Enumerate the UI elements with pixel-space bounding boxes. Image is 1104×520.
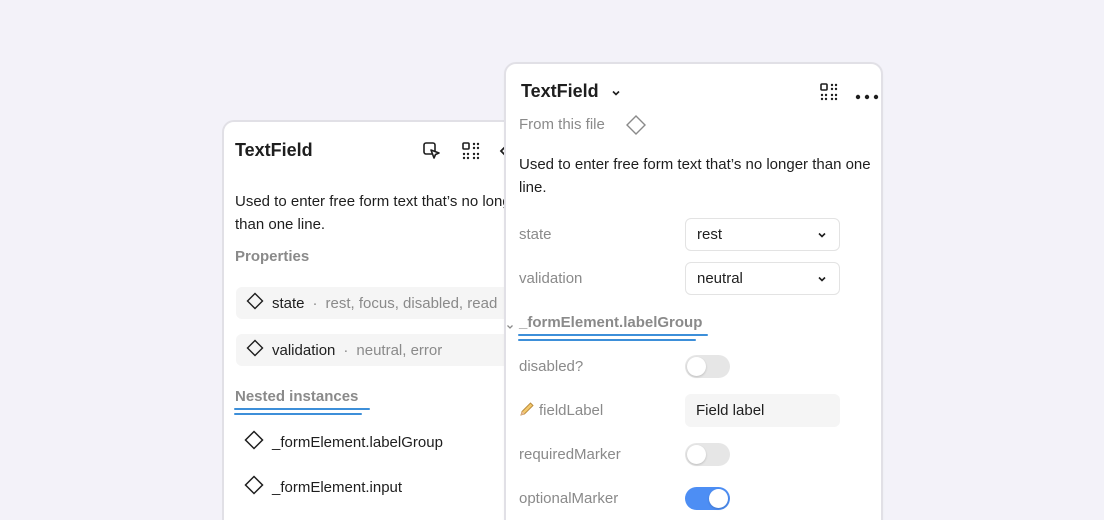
annotation-underline (518, 339, 696, 341)
more-icon[interactable] (855, 88, 879, 106)
annotation-underline (234, 408, 370, 410)
nested-instances-label: Nested instances (235, 388, 359, 405)
nested-instance-label-group[interactable]: _formElement.labelGroup (244, 430, 443, 454)
properties-label: Properties (235, 248, 310, 265)
field-label-value: Field label (696, 402, 765, 419)
pencil-icon (519, 401, 535, 422)
instance-diamond-icon (244, 430, 264, 454)
right-inspect-panel: TextField From this file Used to enter f… (504, 62, 883, 520)
required-marker-toggle[interactable] (685, 443, 730, 466)
nested-instance-header[interactable]: _formElement.labelGroup (519, 314, 702, 331)
left-inspect-panel: TextField Used to enter free form text t… (222, 120, 522, 520)
left-panel-description: Used to enter free form text that’s no l… (235, 193, 522, 233)
component-grid-icon[interactable] (818, 81, 840, 108)
field-label-label: fieldLabel (539, 402, 604, 419)
toggle-knob (709, 489, 728, 508)
optional-marker-label: optionalMarker (519, 490, 619, 507)
validation-select[interactable]: neutral (685, 262, 840, 295)
property-separator: · (312, 294, 318, 312)
component-source: From this file (519, 116, 605, 133)
required-marker-label: requiredMarker (519, 446, 621, 463)
right-panel-description: Used to enter free form text that’s no l… (519, 156, 871, 196)
nested-instance-name: _formElement.labelGroup (272, 433, 443, 451)
validation-select-value: neutral (697, 270, 743, 287)
chevron-down-icon[interactable] (506, 318, 514, 336)
property-values: neutral, error (356, 341, 443, 359)
property-name: validation (272, 341, 336, 359)
chevron-down-icon[interactable] (610, 86, 622, 104)
property-row-state[interactable]: state · rest, focus, disabled, read (236, 287, 520, 319)
component-grid-icon[interactable] (460, 140, 482, 167)
property-values: rest, focus, disabled, read (325, 294, 498, 312)
property-separator: · (343, 341, 349, 359)
canvas-background: TextField Used to enter free form text t… (0, 0, 1104, 520)
validation-label: validation (519, 270, 583, 287)
optional-marker-toggle[interactable] (685, 487, 730, 510)
toggle-knob (687, 445, 706, 464)
chevron-down-icon (816, 272, 828, 289)
state-label: state (519, 226, 552, 243)
state-select-value: rest (697, 226, 723, 243)
disabled-toggle[interactable] (685, 355, 730, 378)
state-select[interactable]: rest (685, 218, 840, 251)
chevron-down-icon (816, 228, 828, 245)
annotation-underline (234, 413, 362, 415)
property-row-validation[interactable]: validation · neutral, error (236, 334, 520, 366)
field-label-input[interactable]: Field label (685, 394, 840, 427)
instance-diamond-icon (244, 475, 264, 499)
variant-diamond-icon (246, 339, 264, 361)
left-panel-title: TextField (235, 140, 313, 160)
annotation-underline (518, 334, 708, 336)
right-panel-title[interactable]: TextField (521, 81, 599, 102)
nested-instance-name: _formElement.input (272, 478, 403, 496)
toggle-knob (687, 357, 706, 376)
component-diamond-icon (625, 114, 647, 141)
property-name: state (272, 294, 305, 312)
variant-diamond-icon (246, 292, 264, 314)
go-to-component-icon[interactable] (421, 140, 443, 167)
disabled-label: disabled? (519, 358, 584, 375)
nested-instance-input[interactable]: _formElement.input (244, 475, 402, 499)
